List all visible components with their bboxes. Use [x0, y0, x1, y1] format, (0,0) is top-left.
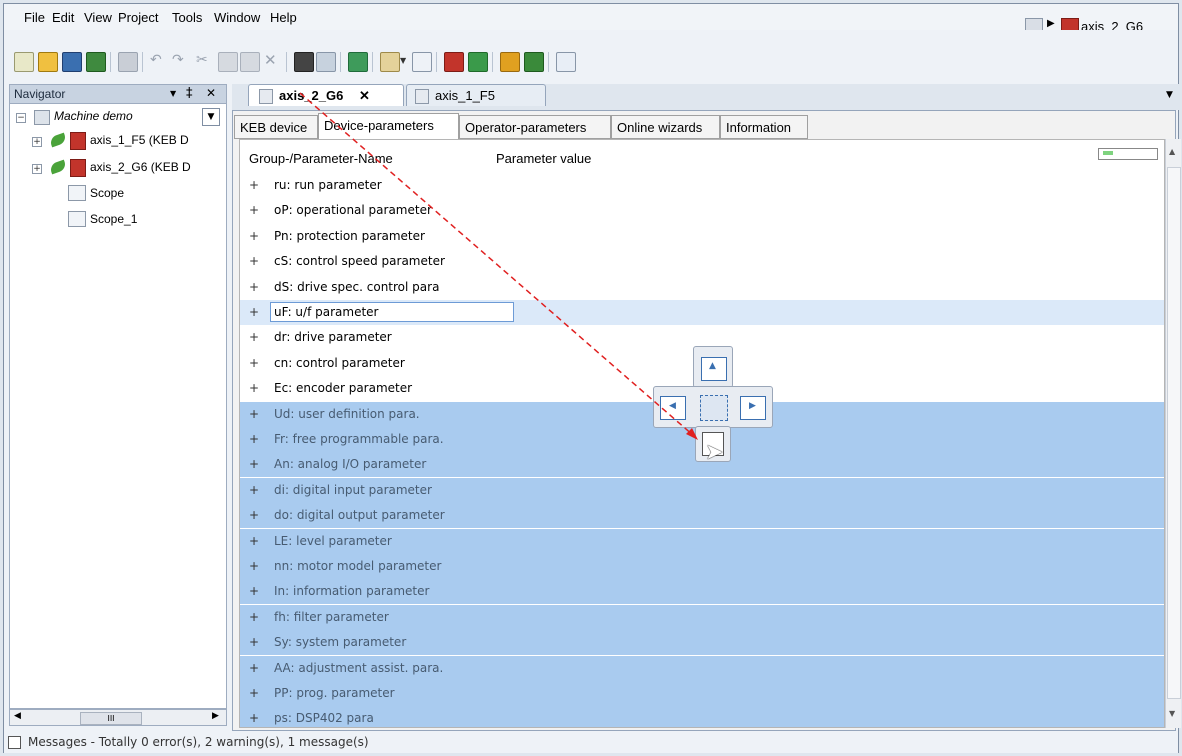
drag-arrow [299, 92, 698, 440]
messages-icon [8, 736, 21, 749]
messages-label[interactable]: Messages - Totally 0 error(s), 2 warning… [28, 735, 369, 749]
drag-arrow-line [299, 92, 695, 437]
messages-bar[interactable]: Messages - Totally 0 error(s), 2 warning… [4, 733, 1178, 753]
